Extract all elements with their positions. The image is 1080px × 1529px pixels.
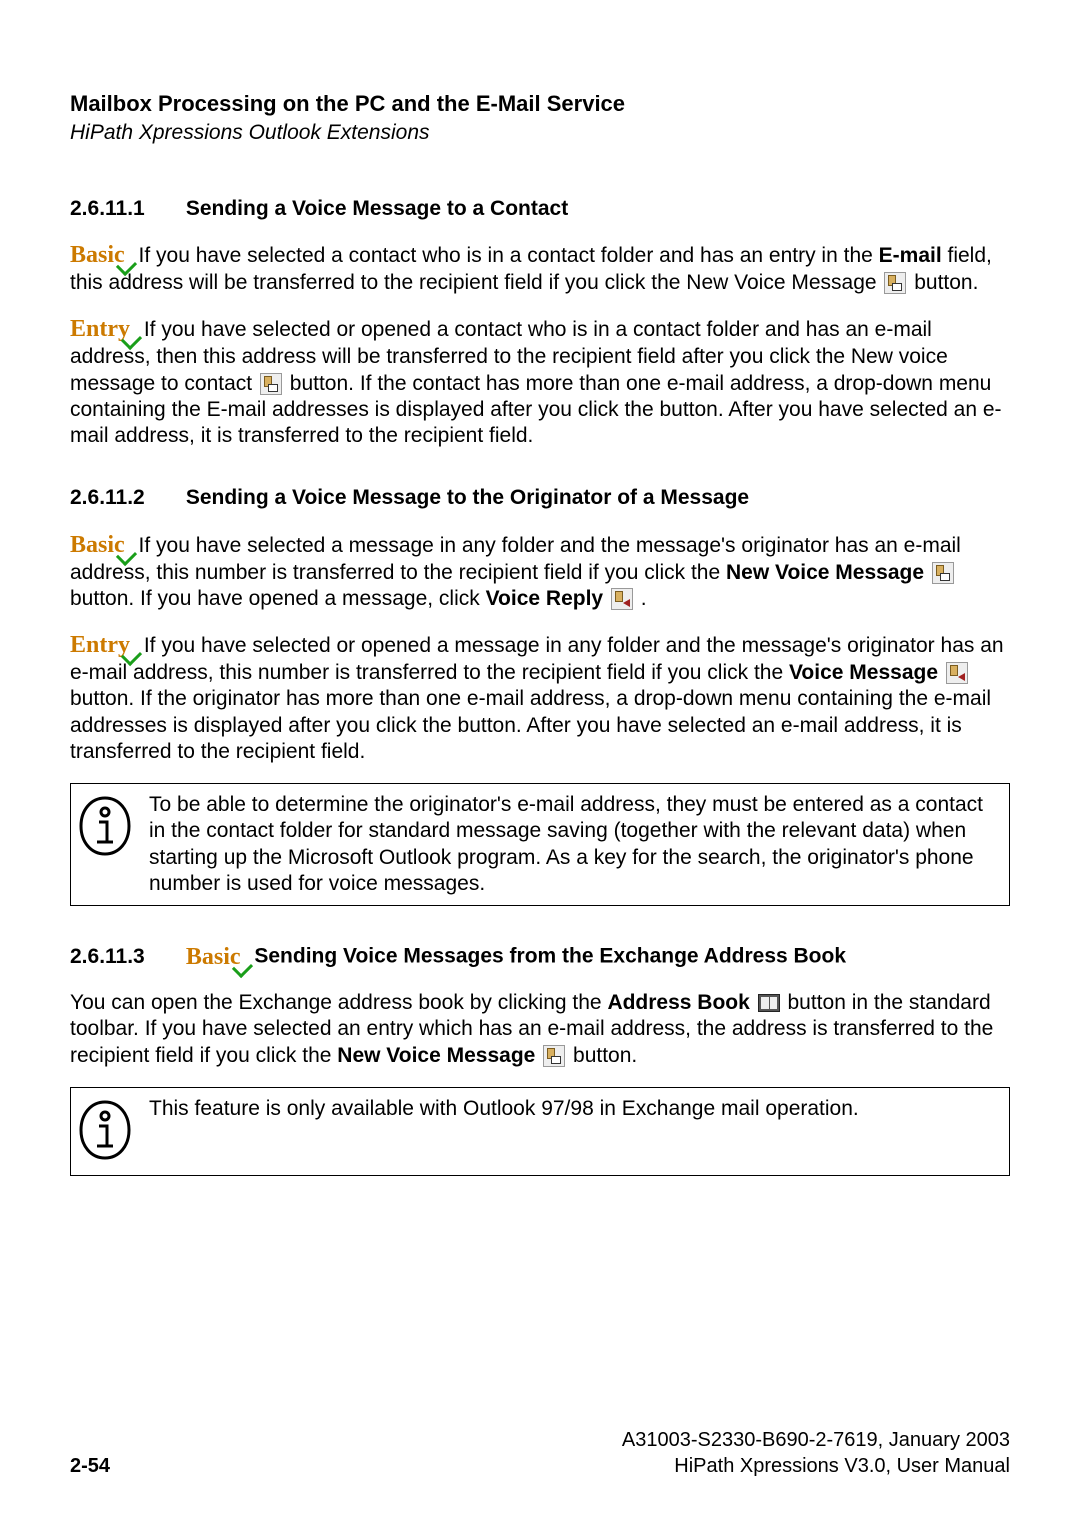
body-text: . — [635, 587, 647, 610]
bold-text: Address Book — [607, 991, 749, 1014]
info-note-box: This feature is only available with Outl… — [70, 1087, 1010, 1176]
bold-text: E-mail — [879, 244, 942, 267]
voice-message-icon — [946, 662, 968, 684]
page-number: 2-54 — [70, 1454, 110, 1479]
body-text: You can open the Exchange address book b… — [70, 991, 607, 1014]
section-title: Sending Voice Messages from the Exchange… — [254, 945, 846, 968]
entry-tag-icon: Entry — [70, 632, 134, 658]
basic-tag-icon: Basic — [70, 242, 129, 268]
paragraph: You can open the Exchange address book b… — [70, 990, 1010, 1069]
bold-text: Voice Message — [789, 661, 938, 684]
address-book-icon — [758, 994, 780, 1012]
basic-tag-icon: Basic — [70, 532, 129, 558]
info-icon — [79, 796, 139, 863]
product-name: HiPath Xpressions V3.0, User Manual — [622, 1453, 1010, 1479]
basic-tag-icon: Basic — [186, 944, 245, 970]
section-number: 2.6.11.1 — [70, 196, 180, 222]
section-heading-1: 2.6.11.1 Sending a Voice Message to a Co… — [70, 196, 1010, 222]
info-icon — [79, 1100, 139, 1167]
note-text: To be able to determine the originator's… — [149, 792, 997, 897]
page-footer: 2-54 A31003-S2330-B690-2-7619, January 2… — [70, 1427, 1010, 1479]
new-voice-message-icon — [543, 1045, 565, 1067]
body-text: button. — [567, 1044, 637, 1067]
paragraph: Entry If you have selected or opened a m… — [70, 630, 1010, 765]
body-text: button. If the originator has more than … — [70, 687, 991, 763]
section-title: Sending a Voice Message to a Contact — [186, 197, 568, 220]
bold-text: New Voice Message — [726, 561, 924, 584]
section-title: Sending a Voice Message to the Originato… — [186, 486, 749, 509]
section-heading-2: 2.6.11.2 Sending a Voice Message to the … — [70, 485, 1010, 511]
body-text: button. If you have opened a message, cl… — [70, 587, 486, 610]
voice-reply-icon — [611, 588, 633, 610]
body-text: If you have selected a contact who is in… — [139, 244, 879, 267]
section-number: 2.6.11.3 — [70, 944, 180, 970]
new-voice-message-icon — [884, 272, 906, 294]
page-header-subtitle: HiPath Xpressions Outlook Extensions — [70, 120, 1010, 146]
footer-right: A31003-S2330-B690-2-7619, January 2003 H… — [622, 1427, 1010, 1479]
body-text: button. — [908, 271, 978, 294]
page-header-title: Mailbox Processing on the PC and the E-M… — [70, 90, 1010, 118]
paragraph: Basic If you have selected a contact who… — [70, 240, 1010, 296]
paragraph: Basic If you have selected a message in … — [70, 530, 1010, 613]
info-note-box: To be able to determine the originator's… — [70, 783, 1010, 906]
document-page: Mailbox Processing on the PC and the E-M… — [0, 0, 1080, 1529]
new-voice-message-icon — [932, 562, 954, 584]
doc-reference: A31003-S2330-B690-2-7619, January 2003 — [622, 1427, 1010, 1453]
section-number: 2.6.11.2 — [70, 485, 180, 511]
bold-text: New Voice Message — [337, 1044, 535, 1067]
note-text: This feature is only available with Outl… — [149, 1096, 997, 1122]
entry-tag-icon: Entry — [70, 316, 134, 342]
section-heading-3: 2.6.11.3 Basic Sending Voice Messages fr… — [70, 942, 1010, 972]
bold-text: Voice Reply — [486, 587, 604, 610]
paragraph: Entry If you have selected or opened a c… — [70, 314, 1010, 449]
new-voice-message-contact-icon — [260, 373, 282, 395]
